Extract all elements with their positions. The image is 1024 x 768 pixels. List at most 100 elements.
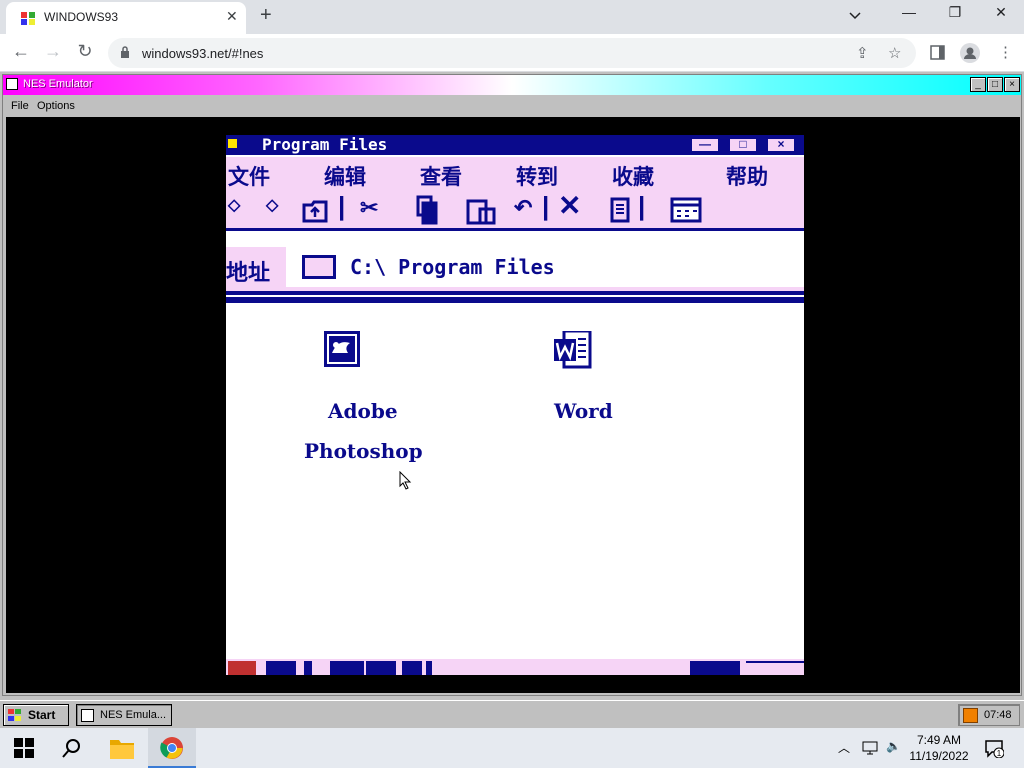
game-minimize-button: —	[690, 137, 720, 153]
address-box: C:\ Program Files	[286, 247, 804, 287]
drive-icon	[302, 255, 336, 279]
back-arrow-icon[interactable]: ←	[8, 41, 34, 62]
game-statusbar	[226, 659, 804, 675]
win93-tray: 07:48	[958, 704, 1020, 726]
win93-task-nes[interactable]: NES Emula...	[76, 704, 172, 726]
bookmark-star-icon[interactable]: ☆	[888, 44, 901, 62]
menu-file[interactable]: File	[11, 100, 29, 112]
reload-icon[interactable]: ↻	[72, 41, 98, 62]
start-label: Start	[28, 708, 56, 722]
windows93-favicon-icon	[21, 12, 35, 25]
divider	[226, 297, 804, 303]
side-panel-icon[interactable]	[930, 45, 945, 60]
rss-icon[interactable]	[963, 708, 978, 723]
volume-icon[interactable]: 🔈	[886, 739, 901, 753]
search-icon[interactable]	[62, 738, 82, 758]
file-label-photoshop-line1: Adobe	[328, 399, 398, 423]
nes-task-icon	[81, 709, 94, 722]
nes-screen[interactable]: Program Files — □ × 文件 编辑 查看 转到 收藏 帮助 ◇ …	[6, 117, 1020, 693]
share-icon[interactable]: ⇪	[856, 44, 869, 62]
game-window-icon	[228, 139, 237, 148]
tab-title: WINDOWS93	[44, 10, 119, 24]
file-label-photoshop-line2: Photoshop	[304, 439, 423, 463]
nes-emulator-window: NES Emulator _ □ × File Options Program …	[2, 74, 1022, 696]
game-maximize-button: □	[728, 137, 758, 153]
profile-avatar-icon[interactable]	[960, 43, 980, 63]
game-menu-view: 查看	[420, 166, 462, 189]
new-tab-button[interactable]: +	[260, 4, 272, 27]
tab-search-chevron-icon[interactable]	[848, 8, 862, 22]
up-folder-icon	[302, 200, 328, 223]
nes-close-button[interactable]: ×	[1004, 77, 1020, 92]
status-icon	[266, 661, 296, 675]
nes-maximize-button[interactable]: □	[987, 77, 1003, 92]
game-menubar: 文件 编辑 查看 转到 收藏 帮助	[226, 157, 804, 191]
os-clock[interactable]: 7:49 AM 11/19/2022	[908, 732, 970, 764]
status-icon	[746, 661, 804, 675]
status-icon	[366, 661, 396, 675]
win93-taskbar: Start NES Emula... 07:48	[0, 700, 1024, 728]
window-restore-button[interactable]: ❐	[940, 4, 970, 21]
game-menu-file: 文件	[228, 166, 270, 189]
win93-start-button[interactable]: Start	[3, 704, 69, 726]
chrome-icon	[160, 737, 183, 759]
os-time: 7:49 AM	[916, 733, 962, 747]
separator: |	[542, 191, 550, 221]
tray-chevron-icon[interactable]: ︿	[838, 739, 850, 756]
url-text[interactable]: windows93.net/#!nes	[142, 46, 263, 61]
browser-toolbar: ← → ↻ windows93.net/#!nes ⇪ ☆ ⋮	[0, 34, 1024, 72]
notification-count: 1	[997, 749, 1002, 758]
cut-icon: ✂	[360, 195, 379, 220]
properties-icon	[610, 197, 630, 223]
mouse-cursor-icon	[399, 471, 412, 490]
menu-options[interactable]: Options	[37, 100, 75, 112]
delete-icon: ✕	[558, 190, 582, 221]
os-taskbar: ︿ 🔈 7:49 AM 11/19/2022 1	[0, 728, 1024, 768]
status-icon	[228, 661, 256, 675]
file-explorer-icon[interactable]	[110, 737, 134, 759]
windows-start-icon[interactable]	[14, 738, 34, 758]
back-icon: ◇	[228, 197, 241, 214]
status-icon	[426, 661, 432, 675]
nes-minimize-button[interactable]: _	[970, 77, 986, 92]
address-path: C:\ Program Files	[350, 255, 555, 279]
photoshop-icon	[324, 331, 360, 367]
nes-titlebar[interactable]: NES Emulator _ □ ×	[3, 75, 1021, 95]
game-address-bar: 地址 C:\ Program Files	[226, 247, 804, 291]
window-minimize-button[interactable]: —	[894, 4, 924, 20]
forward-icon: ◇	[266, 197, 279, 214]
game-close-button: ×	[766, 137, 796, 153]
status-icon	[690, 661, 740, 675]
os-date: 11/19/2022	[909, 749, 969, 763]
game-titlebar: Program Files — □ ×	[226, 135, 804, 155]
address-bar[interactable]: windows93.net/#!nes ⇪ ☆	[108, 38, 916, 68]
win93-clock: 07:48	[984, 709, 1012, 721]
notification-icon[interactable]: 1	[984, 738, 1004, 758]
kebab-menu-icon[interactable]: ⋮	[998, 43, 1013, 61]
lock-icon	[121, 46, 129, 58]
status-icon	[402, 661, 422, 675]
tab-close-icon[interactable]: ✕	[226, 8, 238, 25]
status-icon	[330, 661, 364, 675]
forward-arrow-icon[interactable]: →	[40, 41, 66, 62]
nes-window-title: NES Emulator	[23, 78, 93, 90]
status-icon	[304, 661, 312, 675]
separator: |	[338, 191, 346, 221]
chrome-taskbar-button[interactable]	[148, 728, 196, 768]
browser-tab[interactable]: WINDOWS93 ✕	[6, 2, 246, 34]
undo-icon: ↶	[514, 195, 533, 220]
word-icon	[554, 331, 592, 369]
browser-tabbar: WINDOWS93 ✕ + — ❐ ✕	[0, 0, 1024, 34]
game-explorer-window[interactable]: Program Files — □ × 文件 编辑 查看 转到 收藏 帮助 ◇ …	[226, 135, 804, 675]
task-label: NES Emula...	[100, 709, 167, 721]
win93-desktop: NES Emulator _ □ × File Options Program …	[0, 72, 1024, 728]
window-close-button[interactable]: ✕	[986, 4, 1016, 21]
divider	[226, 291, 804, 295]
views-icon	[670, 197, 702, 223]
nes-window-icon	[6, 78, 18, 90]
file-label-word: Word	[554, 399, 613, 423]
network-icon[interactable]	[862, 740, 878, 756]
win93-logo-icon	[8, 709, 21, 721]
separator: |	[638, 191, 646, 221]
nes-menubar: File Options	[3, 97, 1021, 115]
